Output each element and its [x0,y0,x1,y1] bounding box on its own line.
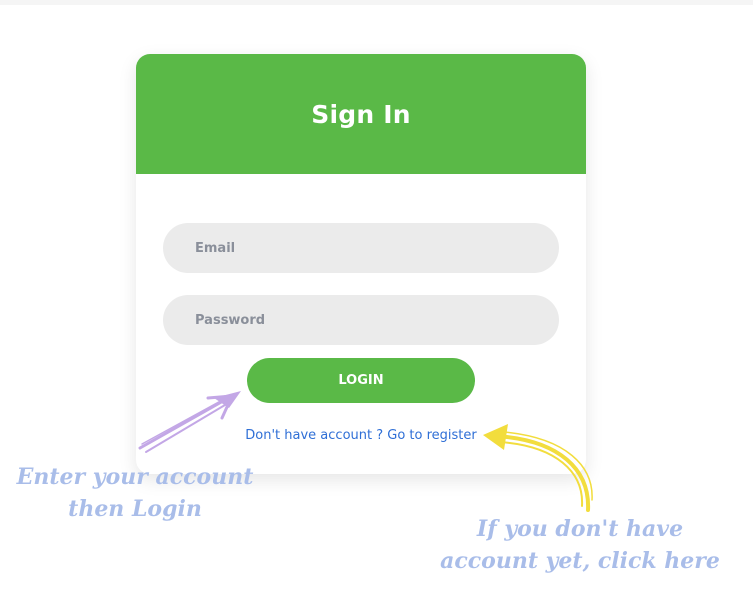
right-note: If you don't have account yet, click her… [440,516,720,574]
left-note: Enter your account then Login [16,464,254,522]
